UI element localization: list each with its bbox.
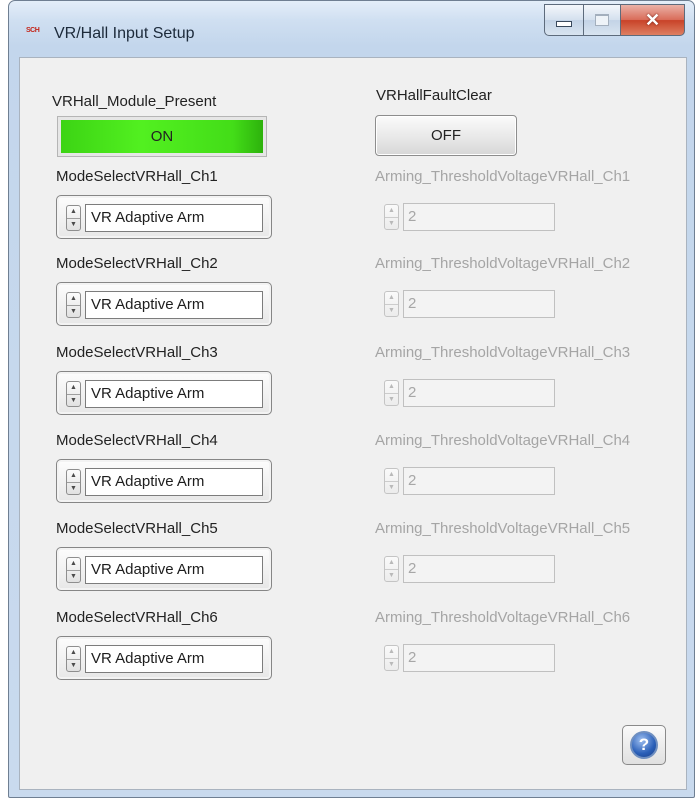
threshold-control-ch4: ▲ ▼ 2	[375, 459, 555, 503]
app-icon: SCH	[26, 27, 40, 34]
increment-arrow-icon: ▲	[388, 383, 395, 391]
increment-arrow-icon: ▲	[388, 648, 395, 656]
threshold-label-ch1: Arming_ThresholdVoltageVRHall_Ch1	[375, 168, 631, 185]
minimize-icon	[556, 21, 572, 27]
threshold-stepper-ch6: ▲ ▼	[384, 645, 399, 671]
increment-arrow-icon[interactable]: ▲	[67, 206, 80, 218]
mode-select-label-ch2: ModeSelectVRHall_Ch2	[56, 255, 218, 272]
help-icon: ?	[630, 731, 658, 759]
mode-stepper-ch3[interactable]: ▲ ▼	[66, 381, 81, 407]
threshold-control-ch5: ▲ ▼ 2	[375, 547, 555, 591]
close-button[interactable]: ✕	[621, 4, 685, 36]
mode-select-label-ch3: ModeSelectVRHall_Ch3	[56, 344, 218, 361]
increment-arrow-icon: ▲	[388, 559, 395, 567]
mode-select-label-ch1: ModeSelectVRHall_Ch1	[56, 168, 218, 185]
decrement-arrow-icon: ▼	[385, 216, 398, 230]
mode-select-ring-ch5[interactable]: ▲ ▼ VR Adaptive Arm	[56, 547, 272, 591]
close-icon: ✕	[644, 9, 661, 30]
decrement-arrow-icon[interactable]: ▼	[67, 217, 80, 231]
window-title: VR/Hall Input Setup	[54, 25, 195, 42]
decrement-arrow-icon[interactable]: ▼	[67, 304, 80, 318]
front-panel: VRHall_Module_Present ON VRHallFaultClea…	[19, 57, 687, 790]
maximize-icon	[595, 14, 609, 26]
mode-select-value-ch6[interactable]: VR Adaptive Arm	[85, 645, 263, 673]
decrement-arrow-icon[interactable]: ▼	[67, 658, 80, 672]
window-controls: ✕	[544, 4, 685, 36]
mode-select-ring-ch4[interactable]: ▲ ▼ VR Adaptive Arm	[56, 459, 272, 503]
module-present-indicator[interactable]: ON	[57, 116, 267, 157]
mode-select-ring-ch1[interactable]: ▲ ▼ VR Adaptive Arm	[56, 195, 272, 239]
minimize-button[interactable]	[544, 4, 584, 36]
threshold-label-ch5: Arming_ThresholdVoltageVRHall_Ch5	[375, 520, 631, 537]
mode-stepper-ch1[interactable]: ▲ ▼	[66, 205, 81, 231]
maximize-button[interactable]	[584, 4, 621, 36]
threshold-label-ch3: Arming_ThresholdVoltageVRHall_Ch3	[375, 344, 631, 361]
module-present-label: VRHall_Module_Present	[52, 93, 217, 110]
increment-arrow-icon: ▲	[388, 294, 395, 302]
mode-select-ring-ch3[interactable]: ▲ ▼ VR Adaptive Arm	[56, 371, 272, 415]
threshold-label-ch6: Arming_ThresholdVoltageVRHall_Ch6	[375, 609, 631, 626]
threshold-control-ch1: ▲ ▼ 2	[375, 195, 555, 239]
threshold-value-ch1: 2	[403, 203, 555, 231]
increment-arrow-icon: ▲	[388, 471, 395, 479]
decrement-arrow-icon: ▼	[385, 392, 398, 406]
title-bar[interactable]: SCH VR/Hall Input Setup ✕	[9, 1, 694, 56]
mode-select-value-ch5[interactable]: VR Adaptive Arm	[85, 556, 263, 584]
mode-select-value-ch2[interactable]: VR Adaptive Arm	[85, 291, 263, 319]
mode-stepper-ch2[interactable]: ▲ ▼	[66, 292, 81, 318]
threshold-stepper-ch1: ▲ ▼	[384, 204, 399, 230]
threshold-value-ch5: 2	[403, 555, 555, 583]
decrement-arrow-icon: ▼	[385, 568, 398, 582]
threshold-value-ch4: 2	[403, 467, 555, 495]
threshold-stepper-ch5: ▲ ▼	[384, 556, 399, 582]
decrement-arrow-icon: ▼	[385, 480, 398, 494]
decrement-arrow-icon: ▼	[385, 657, 398, 671]
decrement-arrow-icon[interactable]: ▼	[67, 569, 80, 583]
increment-arrow-icon[interactable]: ▲	[67, 382, 80, 394]
threshold-label-ch4: Arming_ThresholdVoltageVRHall_Ch4	[375, 432, 631, 449]
mode-select-value-ch4[interactable]: VR Adaptive Arm	[85, 468, 263, 496]
increment-arrow-icon[interactable]: ▲	[67, 293, 80, 305]
decrement-arrow-icon: ▼	[385, 303, 398, 317]
decrement-arrow-icon[interactable]: ▼	[67, 481, 80, 495]
mode-stepper-ch6[interactable]: ▲ ▼	[66, 646, 81, 672]
mode-select-value-ch3[interactable]: VR Adaptive Arm	[85, 380, 263, 408]
threshold-stepper-ch2: ▲ ▼	[384, 291, 399, 317]
mode-stepper-ch5[interactable]: ▲ ▼	[66, 557, 81, 583]
mode-select-ring-ch6[interactable]: ▲ ▼ VR Adaptive Arm	[56, 636, 272, 680]
threshold-label-ch2: Arming_ThresholdVoltageVRHall_Ch2	[375, 255, 631, 272]
threshold-control-ch6: ▲ ▼ 2	[375, 636, 555, 680]
mode-select-label-ch4: ModeSelectVRHall_Ch4	[56, 432, 218, 449]
threshold-value-ch6: 2	[403, 644, 555, 672]
mode-select-ring-ch2[interactable]: ▲ ▼ VR Adaptive Arm	[56, 282, 272, 326]
threshold-control-ch2: ▲ ▼ 2	[375, 282, 555, 326]
fault-clear-label: VRHallFaultClear	[376, 87, 492, 104]
mode-select-value-ch1[interactable]: VR Adaptive Arm	[85, 204, 263, 232]
threshold-stepper-ch3: ▲ ▼	[384, 380, 399, 406]
increment-arrow-icon[interactable]: ▲	[67, 470, 80, 482]
mode-select-label-ch6: ModeSelectVRHall_Ch6	[56, 609, 218, 626]
mode-stepper-ch4[interactable]: ▲ ▼	[66, 469, 81, 495]
increment-arrow-icon[interactable]: ▲	[67, 558, 80, 570]
threshold-control-ch3: ▲ ▼ 2	[375, 371, 555, 415]
increment-arrow-icon: ▲	[388, 207, 395, 215]
threshold-value-ch3: 2	[403, 379, 555, 407]
increment-arrow-icon[interactable]: ▲	[67, 647, 80, 659]
threshold-stepper-ch4: ▲ ▼	[384, 468, 399, 494]
mode-select-label-ch5: ModeSelectVRHall_Ch5	[56, 520, 218, 537]
help-button[interactable]: ?	[622, 725, 666, 765]
fault-clear-button[interactable]: OFF	[375, 115, 517, 156]
decrement-arrow-icon[interactable]: ▼	[67, 393, 80, 407]
app-window: SCH VR/Hall Input Setup ✕ VRHall_Module_…	[8, 0, 695, 798]
threshold-value-ch2: 2	[403, 290, 555, 318]
